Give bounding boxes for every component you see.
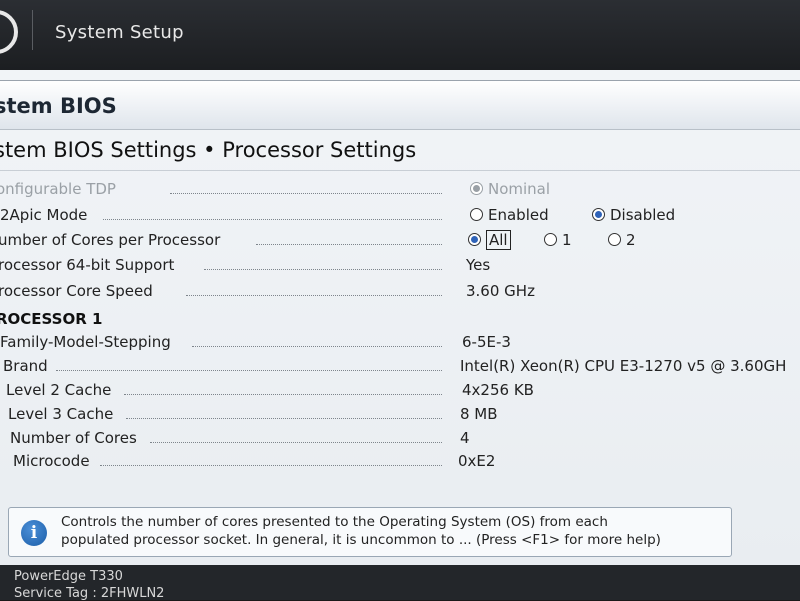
info-label: Family-Model-Stepping <box>0 333 171 351</box>
radio-unselected-icon <box>470 208 483 221</box>
setting-label: 2Apic Mode <box>0 206 88 224</box>
radio-disabled[interactable]: Disabled <box>592 206 675 224</box>
help-text-line-2: populated processor socket. In general, … <box>61 532 661 548</box>
setting-64bit-support: rocessor 64-bit Support Yes <box>0 256 800 278</box>
setting-label: rocessor 64-bit Support <box>0 256 175 274</box>
help-text-line-1: Controls the number of cores presented t… <box>61 514 608 530</box>
info-value: 8 MB <box>460 405 498 423</box>
option-label: Enabled <box>488 206 549 224</box>
radio-nominal: Nominal <box>470 180 550 198</box>
info-l3-cache: Level 3 Cache 8 MB <box>0 405 800 427</box>
bios-screen: stem BIOS stem BIOS Settings • Processor… <box>0 70 800 565</box>
radio-2[interactable]: 2 <box>608 231 636 249</box>
info-value: 6-5E-3 <box>462 333 511 351</box>
header-divider <box>32 10 33 50</box>
leader-dots <box>124 394 442 395</box>
info-label: Level 2 Cache <box>6 381 112 399</box>
setting-configurable-tdp: onfigurable TDP Nominal <box>0 180 800 202</box>
section-title: stem BIOS <box>0 94 117 118</box>
setting-x2apic-mode: 2Apic Mode Enabled Disabled <box>0 206 800 228</box>
divider <box>0 170 800 171</box>
option-label: 2 <box>626 231 636 249</box>
radio-1[interactable]: 1 <box>544 231 572 249</box>
leader-dots <box>204 269 442 270</box>
info-value: 0xE2 <box>458 452 496 470</box>
radio-selected-icon <box>468 233 481 246</box>
info-family-model-stepping: Family-Model-Stepping 6-5E-3 <box>0 333 800 355</box>
option-label: Disabled <box>610 206 676 224</box>
setting-cores-per-processor: umber of Cores per Processor All 1 2 <box>0 230 800 253</box>
top-bar: System Setup <box>0 0 800 70</box>
leader-dots <box>126 418 442 419</box>
leader-dots <box>150 442 442 443</box>
setting-value: 3.60 GHz <box>466 282 535 300</box>
info-icon: i <box>21 520 47 546</box>
footer-bar: PowerEdge T330 Service Tag : 2FHWLN2 <box>0 565 800 601</box>
info-label: Brand <box>3 357 48 375</box>
info-brand: Brand Intel(R) Xeon(R) CPU E3-1270 v5 @ … <box>0 357 800 379</box>
info-label: Number of Cores <box>10 429 137 447</box>
leader-dots <box>100 465 442 466</box>
section-title-band: stem BIOS <box>0 80 800 130</box>
setting-core-speed: rocessor Core Speed 3.60 GHz <box>0 282 800 304</box>
processor-1-heading: ROCESSOR 1 <box>0 310 103 328</box>
help-box: i Controls the number of cores presented… <box>8 507 732 557</box>
radio-all[interactable]: All <box>468 230 511 250</box>
app-title: System Setup <box>55 22 184 43</box>
info-label: Level 3 Cache <box>8 405 114 423</box>
setting-label: umber of Cores per Processor <box>0 231 221 249</box>
radio-selected-icon <box>470 182 483 195</box>
option-label: 1 <box>562 231 572 249</box>
leader-dots <box>56 370 442 371</box>
radio-enabled[interactable]: Enabled <box>470 206 549 224</box>
info-value: Intel(R) Xeon(R) CPU E3-1270 v5 @ 3.60GH <box>460 357 787 375</box>
breadcrumb: stem BIOS Settings • Processor Settings <box>0 138 417 162</box>
leader-dots <box>256 244 442 245</box>
leader-dots <box>192 346 442 347</box>
info-value: 4x256 KB <box>462 381 534 399</box>
setting-label: onfigurable TDP <box>0 180 116 198</box>
leader-dots <box>103 219 442 220</box>
server-model: PowerEdge T330 <box>14 569 123 584</box>
leader-dots <box>170 193 442 194</box>
setting-label: rocessor Core Speed <box>0 282 153 300</box>
leader-dots <box>186 295 442 296</box>
info-value: 4 <box>460 429 470 447</box>
info-l2-cache: Level 2 Cache 4x256 KB <box>0 381 800 403</box>
info-microcode: Microcode 0xE2 <box>0 452 800 474</box>
info-number-of-cores: Number of Cores 4 <box>0 429 800 451</box>
service-tag: Service Tag : 2FHWLN2 <box>14 586 165 601</box>
radio-selected-icon <box>592 208 605 221</box>
radio-unselected-icon <box>544 233 557 246</box>
setting-value: Yes <box>466 256 491 274</box>
info-label: Microcode <box>13 452 90 470</box>
dell-logo-icon <box>0 10 18 54</box>
option-label: All <box>486 230 511 250</box>
option-label: Nominal <box>488 180 551 198</box>
radio-unselected-icon <box>608 233 621 246</box>
